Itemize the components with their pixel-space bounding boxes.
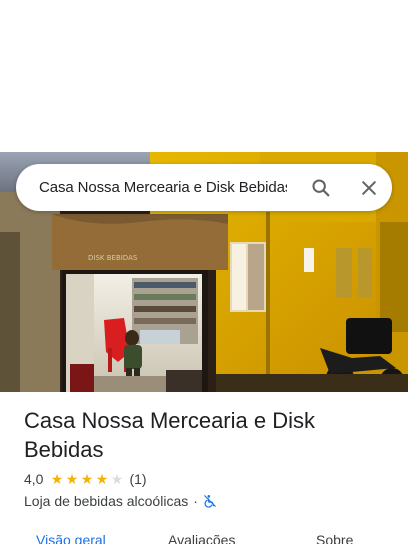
tab-reviews[interactable]: Avaliações: [168, 532, 235, 544]
search-button[interactable]: [299, 166, 343, 210]
star-icon: ★: [65, 471, 79, 487]
review-count[interactable]: (1): [129, 471, 146, 487]
tab-about[interactable]: Sobre: [316, 532, 353, 544]
star-icon: ★: [110, 471, 124, 487]
tab-overview[interactable]: Visão geral: [36, 532, 106, 544]
rating-value: 4,0: [24, 471, 44, 487]
rating-row[interactable]: 4,0 ★ ★ ★ ★ ★ (1): [24, 471, 147, 487]
place-category: Loja de bebidas alcoólicas: [24, 493, 189, 509]
search-input[interactable]: Casa Nossa Mercearia e Disk Bebidas: [39, 179, 287, 196]
storefront-sign-text: DISK BEBIDAS: [88, 254, 138, 262]
close-button[interactable]: [347, 166, 391, 210]
star-icon: ★: [50, 471, 64, 487]
search-icon: [312, 178, 330, 196]
star-icon: ★: [95, 471, 109, 487]
wheelchair-no-icon: [204, 495, 216, 508]
place-tabs: Visão geral Avaliações Sobre: [0, 530, 408, 544]
separator-dot: ·: [193, 493, 198, 509]
place-page: DISK BEBIDAS Casa Nossa Mercearia e Disk…: [0, 0, 408, 544]
close-icon: [362, 180, 376, 195]
map-area[interactable]: [0, 0, 408, 152]
search-bar[interactable]: Casa Nossa Mercearia e Disk Bebidas: [16, 164, 392, 211]
place-title: Casa Nossa Mercearia e Disk Bebidas: [24, 408, 315, 462]
rating-stars: ★ ★ ★ ★ ★: [49, 472, 124, 486]
star-icon: ★: [80, 471, 94, 487]
category-row: Loja de bebidas alcoólicas ·: [24, 493, 217, 509]
